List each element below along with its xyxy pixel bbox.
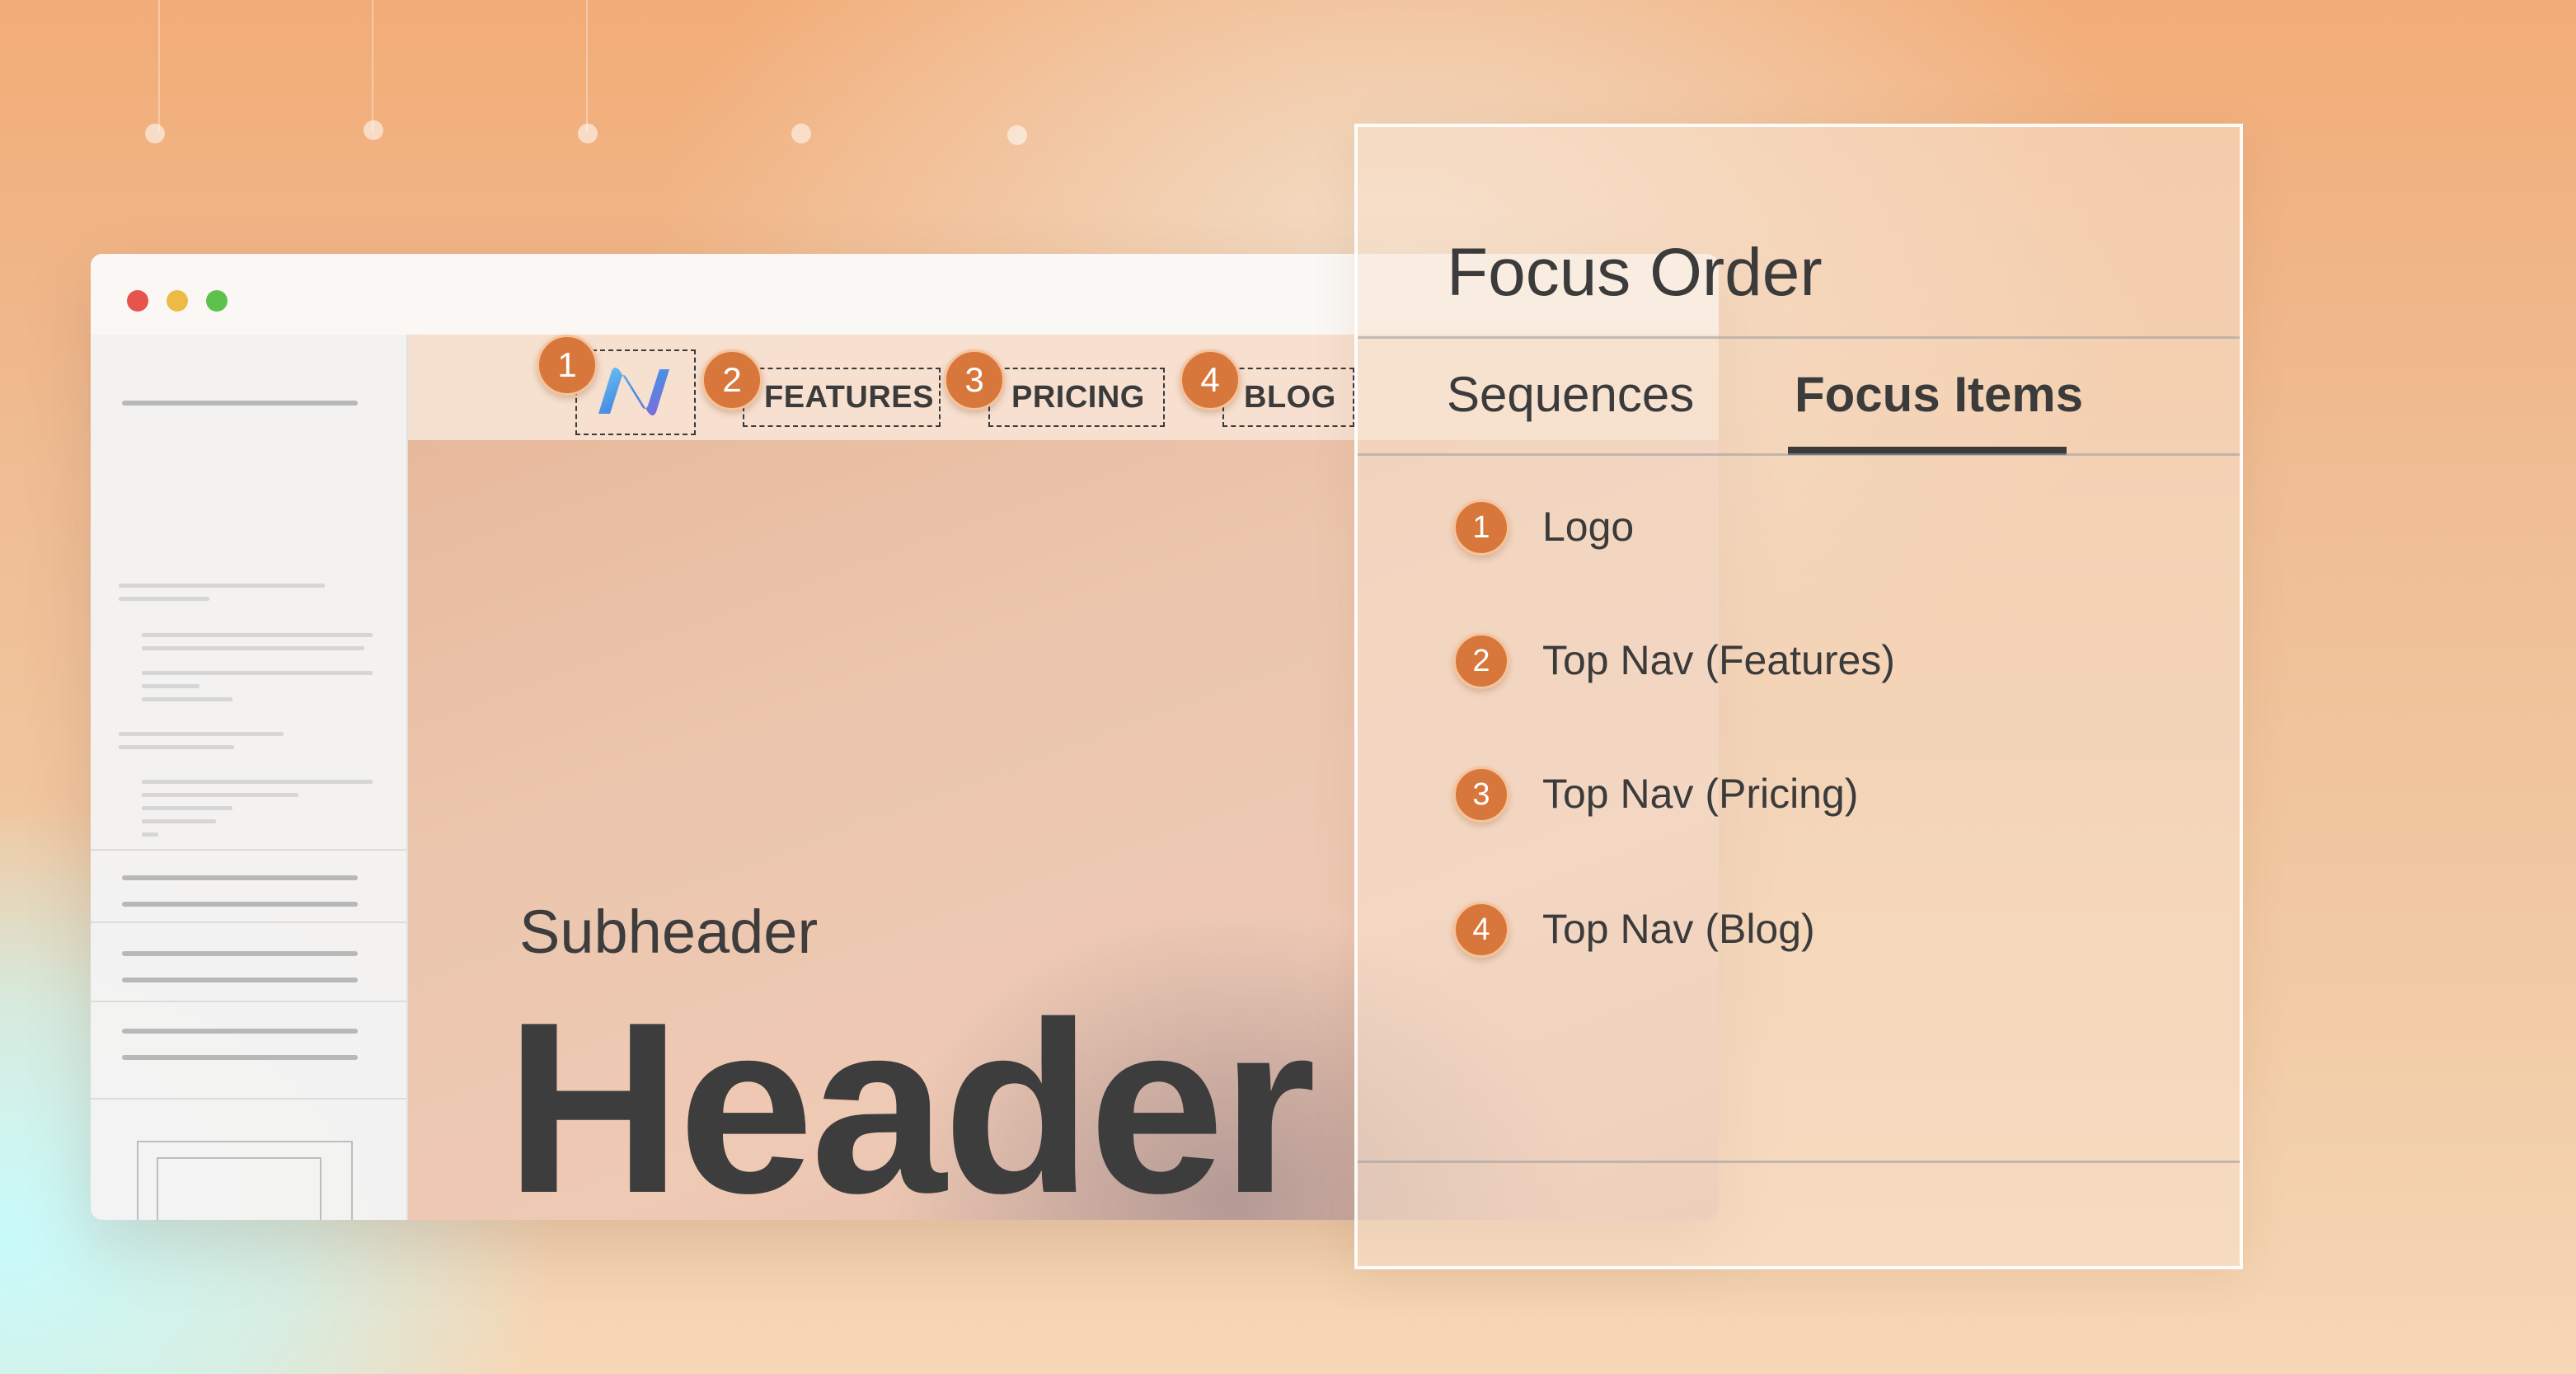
focus-item-pricing[interactable]: Top Nav (Pricing)	[1542, 770, 1858, 818]
focus-order-badge: 3	[944, 349, 1005, 410]
sidebar-divider	[91, 849, 406, 851]
code-line	[119, 732, 284, 736]
bg-dot	[145, 124, 165, 143]
hero-header: Header	[505, 971, 1316, 1221]
focus-item-badge: 2	[1453, 633, 1509, 689]
image-placeholder-inner	[157, 1157, 321, 1220]
code-line	[119, 584, 325, 588]
focus-item-badge: 4	[1453, 902, 1509, 958]
sidebar-item-bar[interactable]	[122, 875, 358, 880]
code-line	[119, 745, 234, 749]
sidebar-item-bar[interactable]	[122, 951, 358, 956]
nav-pricing-label: PRICING	[1011, 380, 1145, 415]
tab-sequences[interactable]: Sequences	[1447, 366, 1694, 423]
code-line	[119, 597, 209, 601]
panel-title: Focus Order	[1447, 235, 1823, 310]
focus-order-badge: 4	[1180, 349, 1241, 410]
focus-item-blog[interactable]: Top Nav (Blog)	[1542, 905, 1815, 953]
bg-line	[586, 0, 588, 132]
sidebar-item-bar[interactable]	[122, 1029, 358, 1034]
bg-dot	[578, 124, 598, 143]
focus-item-logo[interactable]: Logo	[1542, 503, 1634, 551]
sidebar-divider	[91, 1098, 406, 1100]
nav-blog-label: BLOG	[1244, 380, 1336, 415]
nav-features-label: FEATURES	[764, 380, 934, 415]
bg-dot	[364, 120, 383, 140]
code-line	[142, 697, 232, 701]
panel-divider	[1358, 336, 2240, 339]
code-line	[142, 832, 158, 837]
code-line	[142, 793, 298, 797]
panel-divider	[1358, 1161, 2240, 1163]
code-line	[142, 780, 373, 784]
close-window-button[interactable]	[127, 290, 148, 312]
focus-order-badge: 2	[701, 349, 762, 410]
code-line	[142, 646, 364, 650]
sidebar-item-bar[interactable]	[122, 902, 358, 907]
maximize-window-button[interactable]	[206, 290, 228, 312]
bg-line	[158, 0, 160, 132]
hero-subheader: Subheader	[519, 898, 819, 966]
focus-order-panel: Focus Order Sequences Focus Items 1 Logo…	[1354, 124, 2243, 1269]
minimize-window-button[interactable]	[167, 290, 188, 312]
code-line	[142, 806, 232, 810]
focus-item-features[interactable]: Top Nav (Features)	[1542, 636, 1895, 684]
focus-item-badge: 1	[1453, 499, 1509, 556]
focus-order-badge: 1	[537, 335, 598, 396]
sidebar-item-bar[interactable]	[122, 1055, 358, 1060]
code-line	[142, 819, 216, 823]
bg-dot	[791, 124, 811, 143]
wave-n-logo-icon	[598, 368, 669, 415]
code-line	[142, 671, 373, 675]
focus-item-badge: 3	[1453, 767, 1509, 823]
panel-divider	[1358, 453, 2240, 456]
editor-sidebar	[91, 335, 408, 1220]
bg-dot	[1007, 125, 1027, 145]
sidebar-item-bar[interactable]	[122, 978, 358, 982]
sidebar-heading-bar	[122, 401, 358, 406]
bg-line	[372, 0, 373, 132]
tab-focus-items[interactable]: Focus Items	[1795, 366, 2083, 423]
code-line	[142, 633, 373, 637]
sidebar-divider	[91, 921, 406, 923]
code-line	[142, 684, 199, 688]
sidebar-divider	[91, 1001, 406, 1002]
